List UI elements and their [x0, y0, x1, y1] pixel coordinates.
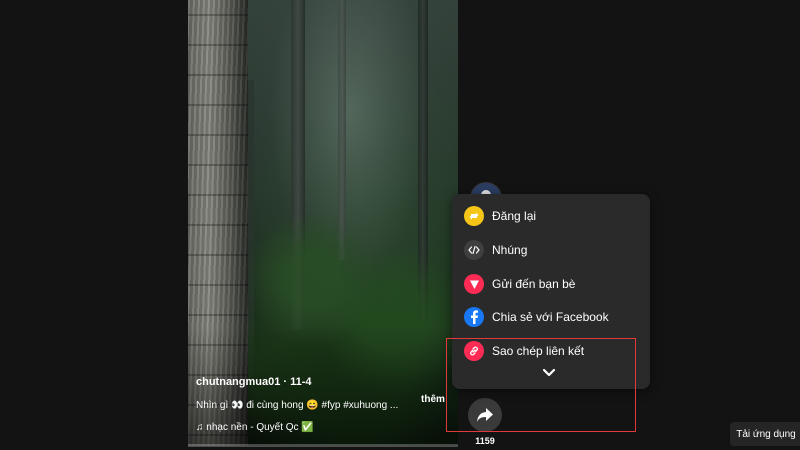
share-count: 1159: [475, 436, 495, 446]
video-music[interactable]: ♫ nhạc nền - Quyết Qc ✅: [196, 421, 461, 435]
share-menu-label: Gửi đến bạn bè: [492, 277, 576, 291]
music-note-icon: ♫: [196, 422, 204, 433]
tiktok-page: chutnangmua01 · 11-4 Nhìn gì 👀 đi cùng h…: [0, 0, 800, 450]
share-menu-item-send-to-friends[interactable]: Gửi đến bạn bè: [464, 272, 575, 296]
get-app-button[interactable]: Tải ứng dụng: [730, 422, 800, 446]
embed-icon: [464, 240, 484, 260]
send-icon: [464, 274, 484, 294]
music-title[interactable]: nhạc nền - Quyết Qc ✅: [206, 422, 314, 433]
repost-icon: [464, 206, 484, 226]
facebook-icon: [464, 307, 484, 327]
caption-more-link[interactable]: thêm: [421, 394, 445, 405]
share-menu-item-repost[interactable]: Đăng lại: [464, 204, 536, 228]
share-menu-label: Đăng lại: [492, 209, 537, 223]
share-menu-label: Nhúng: [492, 243, 528, 257]
video-progress-bar[interactable]: [188, 444, 458, 447]
video-author[interactable]: chutnangmua01 · 11-4: [196, 374, 461, 390]
highlight-box: [446, 338, 636, 432]
share-menu-item-embed[interactable]: Nhúng: [464, 238, 527, 262]
share-menu-item-facebook[interactable]: Chia sẻ với Facebook: [464, 305, 609, 329]
share-menu-label: Chia sẻ với Facebook: [492, 310, 609, 324]
